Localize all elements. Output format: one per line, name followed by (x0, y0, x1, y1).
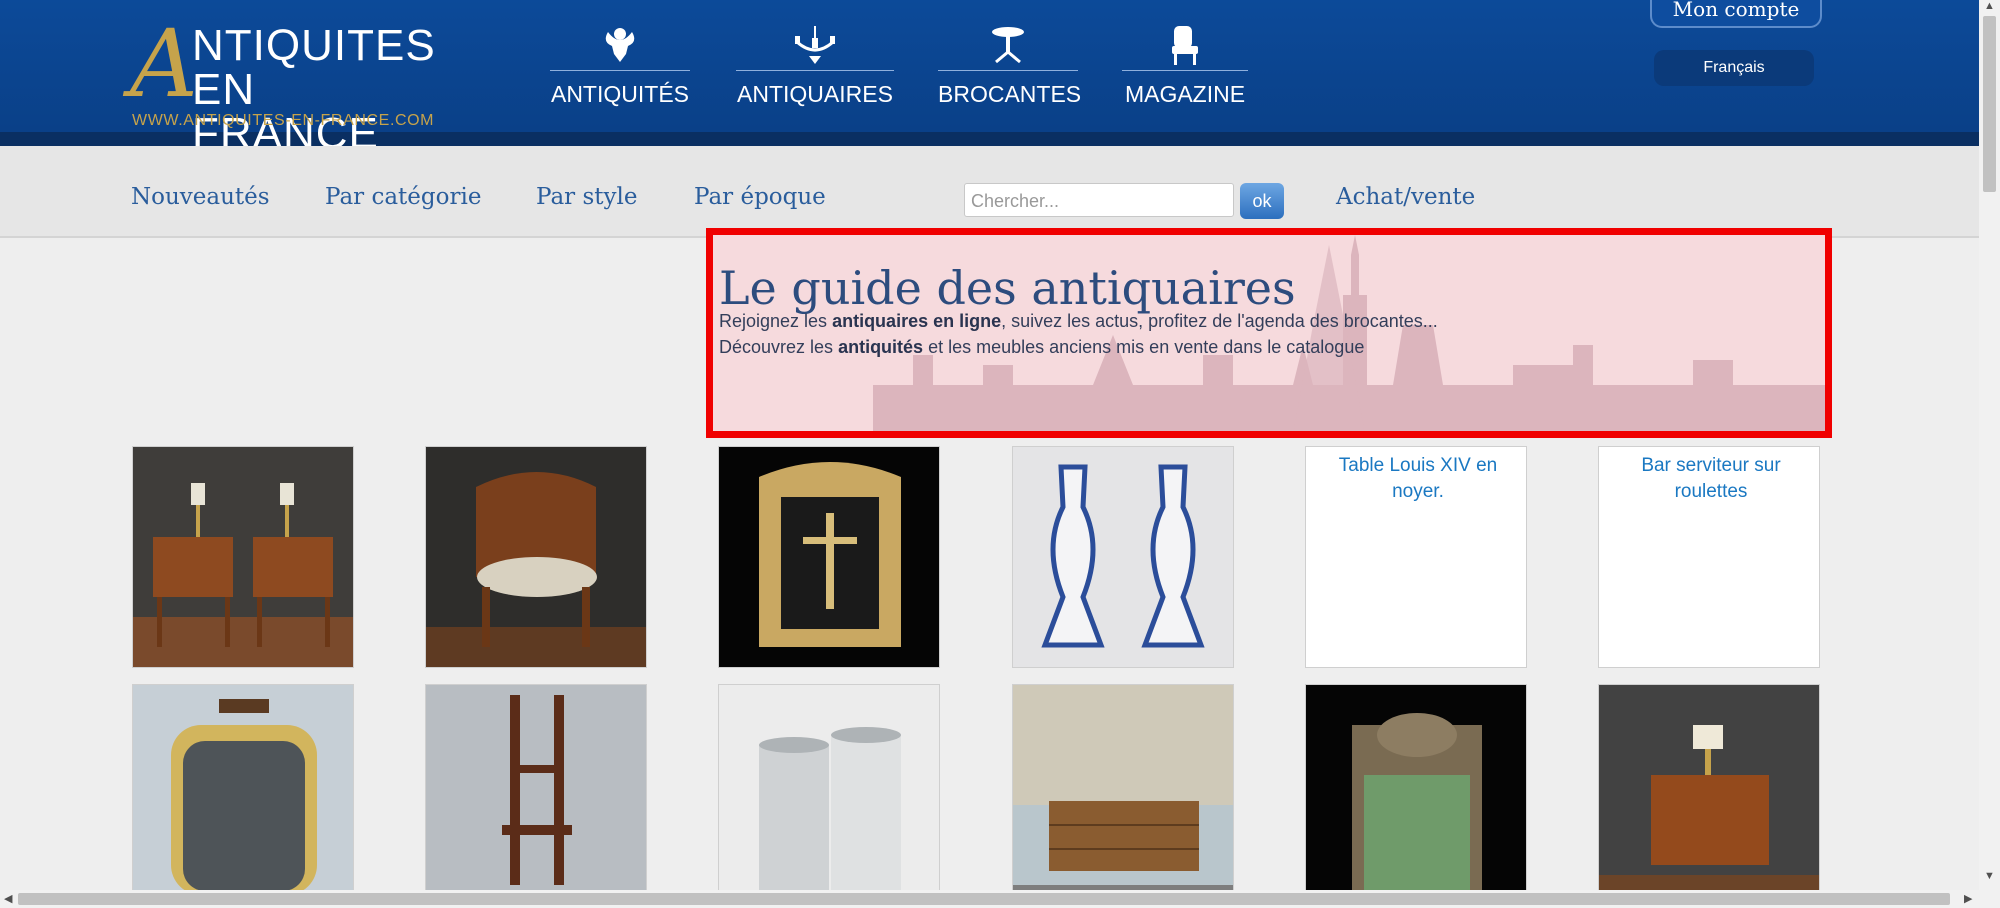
link-antiquites[interactable]: antiquités (838, 337, 923, 357)
product-thumbnail[interactable] (718, 446, 940, 668)
nav-separator (736, 70, 894, 71)
horizontal-scrollbar[interactable]: ◀ ▶ (0, 890, 2000, 908)
search-input[interactable]: Chercher... (964, 183, 1234, 217)
product-thumbnail[interactable] (425, 684, 647, 906)
logo-letter-a: A (130, 10, 198, 119)
chair-icon (1172, 26, 1198, 65)
product-image (426, 447, 646, 667)
product-image (133, 447, 353, 667)
vertical-scroll-thumb[interactable] (1983, 16, 1996, 192)
product-thumbnail[interactable] (425, 446, 647, 668)
intro-line-2: Découvrez les antiquités et les meubles … (719, 337, 1365, 357)
product-thumbnail[interactable] (1598, 684, 1820, 906)
intro-line-1: Rejoignez les antiquaires en ligne, suiv… (719, 311, 1438, 331)
nav-brocantes-label: BROCANTES (938, 81, 1082, 107)
nav-antiquites-label: ANTIQUITÉS (550, 81, 689, 107)
nav-separator (1122, 70, 1248, 71)
product-thumbnail[interactable] (132, 446, 354, 668)
nav-magazine[interactable]: MAGAZINE (1122, 24, 1248, 108)
link-antiquaires-en-ligne[interactable]: antiquaires en ligne (832, 311, 1001, 331)
scroll-left-icon[interactable]: ◀ (4, 892, 12, 905)
product-image (133, 685, 353, 905)
scroll-right-icon[interactable]: ▶ (1964, 892, 1972, 905)
nav-antiquaires-label: ANTIQUAIRES (737, 81, 893, 107)
product-thumbnail[interactable] (1012, 446, 1234, 668)
product-thumbnail[interactable] (1012, 684, 1234, 906)
link-achat-vente[interactable]: Achat/vente (1336, 184, 1475, 210)
product-thumbnail[interactable] (718, 684, 940, 906)
cherub-icon (605, 28, 635, 62)
nav-separator (550, 70, 690, 71)
horizontal-scroll-thumb[interactable] (18, 893, 1950, 905)
intro-banner: Le guide des antiquaires Rejoignez les a… (706, 228, 1832, 438)
link-par-categorie[interactable]: Par catégorie (325, 184, 481, 210)
vertical-scrollbar[interactable]: ▲ ▼ (1979, 0, 2000, 890)
language-selector[interactable]: Français (1654, 50, 1814, 86)
table-icon (992, 27, 1024, 64)
link-nouveautes[interactable]: Nouveautés (131, 184, 270, 210)
product-thumbnail[interactable] (132, 684, 354, 906)
nav-antiquaires[interactable]: ANTIQUAIRES (736, 24, 894, 108)
scroll-up-icon[interactable]: ▲ (1984, 0, 1995, 12)
chandelier-icon (795, 26, 835, 64)
broken-image-alt: Table Louis XIV en noyer. (1338, 455, 1498, 502)
product-thumbnail-broken[interactable]: Table Louis XIV en noyer. (1305, 446, 1527, 668)
broken-image-alt: Bar serviteur sur roulettes (1641, 455, 1781, 502)
product-thumbnail[interactable] (1305, 684, 1527, 906)
nav-brocantes[interactable]: BROCANTES (938, 24, 1082, 108)
account-button[interactable]: Mon compte (1650, 0, 1822, 28)
logo-line-1: NTIQUITES (192, 21, 436, 70)
link-par-epoque[interactable]: Par époque (694, 184, 826, 210)
product-image (1599, 685, 1819, 905)
nav-antiquites[interactable]: ANTIQUITÉS (550, 24, 690, 108)
product-image (1013, 447, 1233, 667)
product-thumbnail-broken[interactable]: Bar serviteur sur roulettes (1598, 446, 1820, 668)
product-image (719, 685, 939, 905)
site-logo[interactable]: A NTIQUITES EN FRANCE WWW.ANTIQUITES-EN-… (130, 10, 450, 156)
product-image (719, 447, 939, 667)
logo-url: WWW.ANTIQUITES-EN-FRANCE.COM (132, 112, 435, 129)
nav-magazine-label: MAGAZINE (1124, 81, 1246, 107)
account-menu[interactable]: Mon compte (1650, 0, 1822, 28)
product-image (1013, 685, 1233, 905)
search-ok-button[interactable]: ok (1240, 183, 1284, 219)
product-image (1306, 685, 1526, 905)
nav-separator (938, 70, 1078, 71)
scroll-down-icon[interactable]: ▼ (1984, 870, 1995, 882)
intro-title: Le guide des antiquaires (719, 261, 1296, 315)
link-par-style[interactable]: Par style (536, 184, 637, 210)
product-image (426, 685, 646, 905)
